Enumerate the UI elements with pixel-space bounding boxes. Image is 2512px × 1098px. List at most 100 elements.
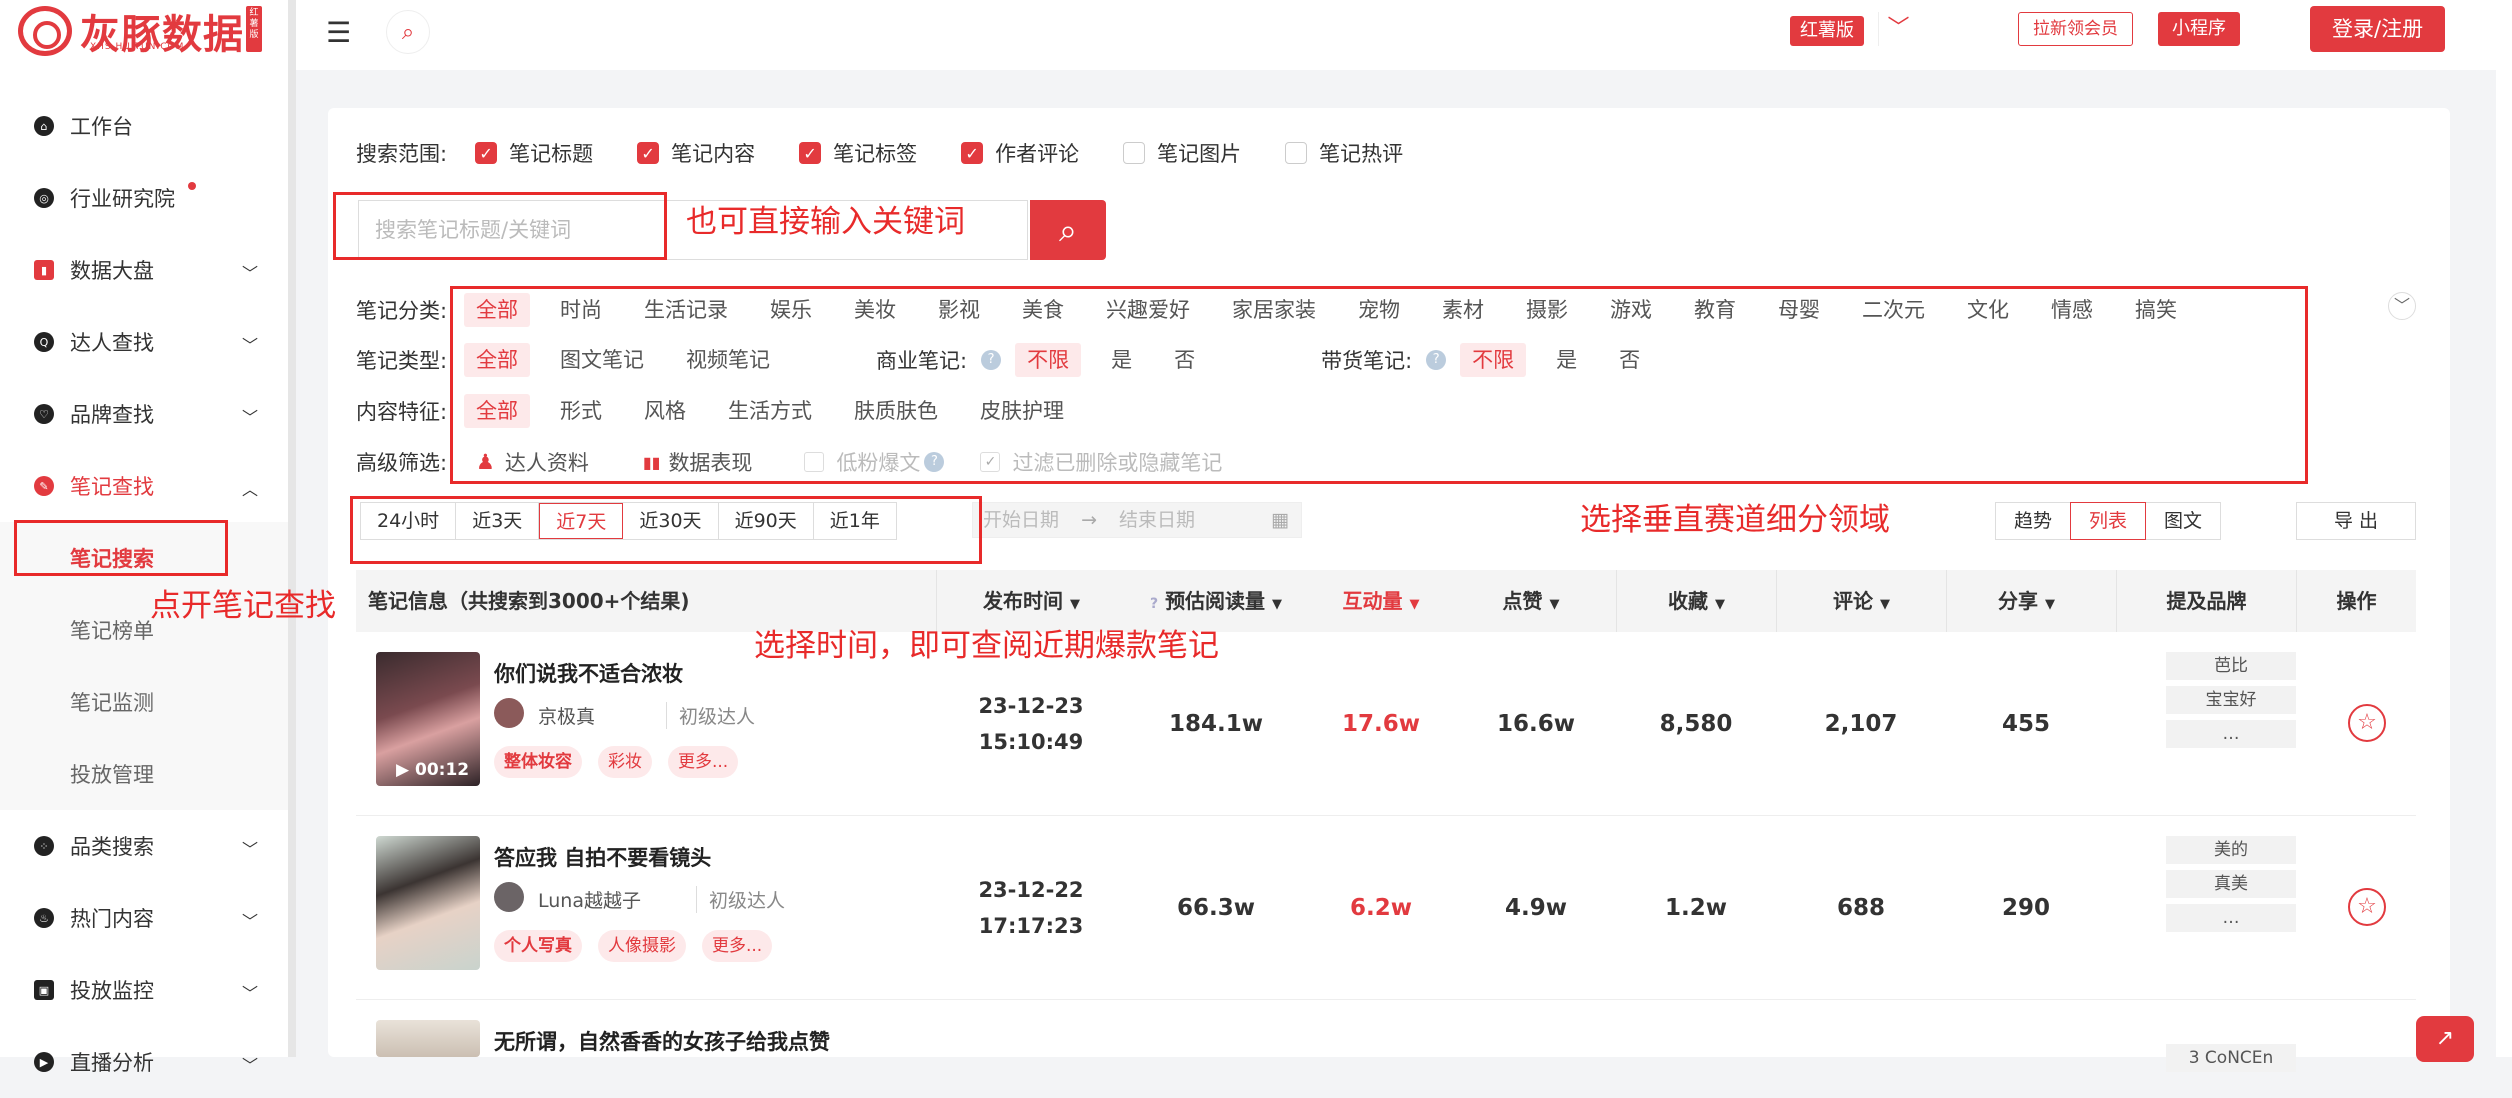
column-header-sortable[interactable]: 点赞 ▼ — [1456, 570, 1606, 632]
menu-collapse-icon[interactable]: ☰ — [326, 16, 351, 49]
scope-checkbox-tags[interactable]: ✓ 笔记标签 — [799, 138, 917, 168]
chevron-down-icon: ﹀ — [241, 408, 258, 427]
brand-chip[interactable]: 宝宝好 — [2166, 686, 2296, 714]
search-icon[interactable]: ⌕ — [386, 10, 430, 54]
view-tab-trend[interactable]: 趋势 — [1995, 502, 2072, 540]
brand-chip[interactable]: 真美 — [2166, 870, 2296, 898]
note-title[interactable]: 你们说我不适合浓妆 — [494, 658, 683, 688]
avatar[interactable] — [494, 698, 524, 728]
favorite-star-icon[interactable]: ☆ — [2348, 888, 2386, 926]
logo-icon — [18, 6, 72, 56]
sidebar-item-live[interactable]: ▶ 直播分析 ﹀ — [0, 1026, 288, 1098]
sidebar-item-research[interactable]: ◎ 行业研究院 — [0, 162, 288, 234]
chevron-down-icon: ﹀ — [241, 840, 258, 859]
checkbox-label: 笔记图片 — [1157, 142, 1242, 166]
note-thumbnail[interactable] — [376, 1020, 480, 1057]
check-icon: ✓ — [961, 142, 984, 164]
note-tag[interactable]: 彩妆 — [598, 746, 652, 778]
chevron-down-icon: ﹀ — [241, 336, 258, 355]
start-date[interactable]: 开始日期 — [983, 509, 1059, 531]
note-thumbnail[interactable] — [376, 836, 480, 970]
sidebar-item-workbench[interactable]: ⌂ 工作台 — [0, 90, 288, 162]
scope-checkbox-title[interactable]: ✓ 笔记标题 — [475, 138, 593, 168]
view-tab-gallery[interactable]: 图文 — [2145, 502, 2222, 540]
column-header-sortable[interactable]: 分享 ▼ — [1946, 570, 2106, 632]
column-header-label: 发布时间 — [983, 589, 1064, 613]
mini-program-button[interactable]: 小程序 — [2158, 12, 2240, 46]
search-button[interactable]: ⌕ — [1030, 200, 1106, 260]
sort-down-icon: ▼ — [1069, 597, 1080, 612]
filter-label: 笔记类型: — [356, 349, 448, 373]
brand-chip[interactable]: 3 CoNCEn — [2166, 1044, 2296, 1072]
trend-chart-icon[interactable]: ↗ — [2416, 1016, 2474, 1062]
sidebar-item-dashboard[interactable]: ▮ 数据大盘 ﹀ — [0, 234, 288, 306]
sidebar-subitem-note-monitor[interactable]: 笔记监测 — [0, 666, 288, 738]
sidebar-item-hot-content[interactable]: ♨ 热门内容 ﹀ — [0, 882, 288, 954]
column-header-label: 预估阅读量 — [1165, 589, 1266, 613]
login-button[interactable]: 登录/注册 — [2310, 6, 2446, 52]
more-brands[interactable]: … — [2166, 904, 2296, 932]
note-tag[interactable]: 整体妆容 — [494, 746, 582, 778]
note-tag[interactable]: 人像摄影 — [598, 930, 686, 962]
check-icon: ✓ — [475, 142, 498, 164]
more-tags-link[interactable]: 更多... — [702, 930, 773, 962]
favorite-star-icon[interactable]: ☆ — [2348, 704, 2386, 742]
sidebar-item-label: 品类搜索 — [70, 835, 154, 859]
scope-checkbox-content[interactable]: ✓ 笔记内容 — [637, 138, 755, 168]
scope-checkbox-author-comment[interactable]: ✓ 作者评论 — [961, 138, 1079, 168]
chevron-down-icon: ﹀ — [241, 912, 258, 931]
chevron-down-icon[interactable]: ﹀ — [1878, 12, 1918, 46]
table-row[interactable]: 无所谓，自然香香的女孩子给我点赞 3 CoNCEn — [356, 1000, 2416, 1072]
column-header-sortable[interactable]: 互动量 ▼ — [1306, 570, 1456, 632]
search-icon: ⌕ — [1059, 210, 1077, 249]
sidebar-item-label: 笔记查找 — [70, 475, 154, 499]
author-name[interactable]: Luna越越子 — [538, 886, 641, 913]
sidebar-item-influencer[interactable]: Q 达人查找 ﹀ — [0, 306, 288, 378]
check-icon: ✓ — [637, 142, 660, 164]
note-icon: ✎ — [34, 476, 54, 496]
checkbox-label: 笔记内容 — [671, 142, 756, 166]
brand-chip[interactable]: 美的 — [2166, 836, 2296, 864]
avatar[interactable] — [494, 882, 524, 912]
more-brands[interactable]: … — [2166, 720, 2296, 748]
more-tags-link[interactable]: 更多... — [668, 746, 739, 778]
brand-chip[interactable]: 芭比 — [2166, 652, 2296, 680]
chevron-down-icon[interactable]: ﹀ — [2388, 292, 2416, 320]
author-name[interactable]: 京极真 — [538, 702, 595, 729]
column-header-sortable[interactable]: 收藏 ▼ — [1616, 570, 1776, 632]
note-title[interactable]: 答应我 自拍不要看镜头 — [494, 842, 711, 872]
table-row[interactable]: ▶ 00:12 你们说我不适合浓妆 京极真 初级达人 整体妆容 彩妆 更多...… — [356, 632, 2416, 816]
note-title[interactable]: 无所谓，自然香香的女孩子给我点赞 — [494, 1026, 830, 1056]
checkbox-empty-icon — [1123, 142, 1146, 164]
chevron-down-icon: ﹀ — [241, 984, 258, 1003]
date-range-picker[interactable]: 开始日期 → 结束日期 ▦ — [972, 502, 1302, 538]
sidebar-item-ad-monitor[interactable]: ▣ 投放监控 ﹀ — [0, 954, 288, 1026]
chart-icon: ▮ — [34, 260, 54, 280]
scope-checkbox-images[interactable]: 笔记图片 — [1123, 138, 1241, 168]
sidebar-item-notes[interactable]: ✎ 笔记查找 ︿ — [0, 450, 288, 522]
column-header-label: 点赞 — [1502, 589, 1543, 613]
live-icon: ▶ — [34, 1052, 54, 1072]
scope-checkbox-hot-comments[interactable]: 笔记热评 — [1285, 138, 1403, 168]
export-button[interactable]: 导 出 — [2296, 502, 2416, 540]
edition-badge[interactable]: 红薯版 — [1790, 16, 1864, 46]
sidebar-item-label: 热门内容 — [70, 907, 154, 931]
shares-value: 290 — [2001, 895, 2050, 921]
note-tag[interactable]: 个人写真 — [494, 930, 582, 962]
chevron-down-icon: ﹀ — [241, 1056, 258, 1075]
column-header-label: 收藏 — [1668, 589, 1709, 613]
sidebar-subitem-ad-management[interactable]: 投放管理 — [0, 738, 288, 810]
sidebar-item-label: 工作台 — [70, 115, 133, 139]
column-header-sortable[interactable]: 评论 ▼ — [1776, 570, 1946, 632]
table-row[interactable]: 答应我 自拍不要看镜头 Luna越越子 初级达人 个人写真 人像摄影 更多...… — [356, 816, 2416, 1000]
note-tags: 个人写真 人像摄影 更多... — [494, 930, 788, 962]
interact-value: 6.2w — [1350, 895, 1412, 921]
sidebar-item-category[interactable]: ⁘ 品类搜索 ﹀ — [0, 810, 288, 882]
view-tab-list[interactable]: 列表 — [2070, 502, 2147, 540]
sidebar-item-brand[interactable]: ♡ 品牌查找 ﹀ — [0, 378, 288, 450]
end-date[interactable]: 结束日期 — [1119, 509, 1195, 531]
sort-down-icon: ▼ — [1879, 597, 1890, 612]
sort-down-icon: ▼ — [1272, 597, 1283, 612]
invite-button[interactable]: 拉新领会员 — [2018, 12, 2133, 46]
page-edge — [2496, 0, 2512, 1057]
